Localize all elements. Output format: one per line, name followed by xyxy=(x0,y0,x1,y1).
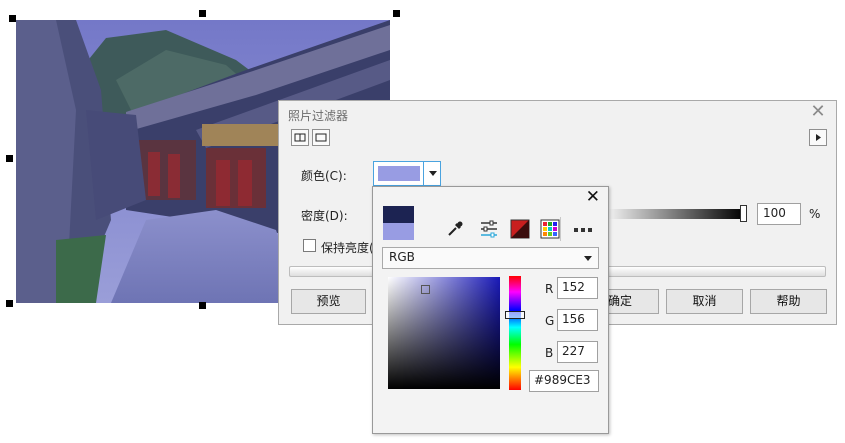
preview-button[interactable]: 预览 xyxy=(291,289,366,314)
resize-handle-bottom[interactable] xyxy=(199,302,206,309)
color-label: 颜色(C): xyxy=(301,169,347,183)
color-harmony-icon xyxy=(510,219,530,239)
close-icon[interactable]: ✕ xyxy=(586,188,600,206)
b-input[interactable]: 227 xyxy=(557,341,598,363)
density-slider-thumb[interactable] xyxy=(740,205,747,222)
combo-divider xyxy=(423,162,424,185)
hue-slider[interactable] xyxy=(509,276,521,390)
eyedropper-button[interactable] xyxy=(445,219,465,239)
dialog-title: 照片过滤器 xyxy=(288,109,349,123)
color-marker[interactable] xyxy=(421,285,430,294)
old-color-swatch xyxy=(383,223,414,240)
play-arrow-icon xyxy=(816,134,821,141)
color-model-value: RGB xyxy=(389,250,415,264)
color-model-select[interactable]: RGB xyxy=(382,247,599,269)
b-label: B xyxy=(545,346,554,360)
more-icon xyxy=(574,228,592,232)
hue-slider-thumb[interactable] xyxy=(505,311,525,319)
expand-button[interactable] xyxy=(809,129,827,146)
color-swatch xyxy=(378,166,420,181)
chevron-down-icon[interactable] xyxy=(584,256,592,261)
resize-handle-top-left[interactable] xyxy=(9,15,16,22)
palette-grid-icon xyxy=(540,219,560,239)
split-view-icon xyxy=(294,133,306,142)
density-label: 密度(D): xyxy=(301,209,348,223)
chevron-down-icon[interactable] xyxy=(429,171,437,176)
palette-button[interactable] xyxy=(540,219,560,239)
toolbar-divider xyxy=(560,217,561,241)
r-label: R xyxy=(545,282,554,296)
more-options-button[interactable] xyxy=(572,219,592,239)
g-label: G xyxy=(545,314,555,328)
close-icon[interactable]: ✕ xyxy=(809,103,827,121)
help-button[interactable]: 帮助 xyxy=(750,289,827,314)
single-view-icon xyxy=(315,133,327,142)
new-color-swatch xyxy=(383,206,414,223)
eyedropper-icon xyxy=(448,221,463,236)
resize-handle-top[interactable] xyxy=(199,10,206,17)
keep-brightness-checkbox[interactable] xyxy=(303,239,316,252)
resize-handle-bottom-left[interactable] xyxy=(6,300,13,307)
mixer-button[interactable] xyxy=(479,219,499,239)
single-view-button[interactable] xyxy=(312,129,330,146)
density-slider-track[interactable] xyxy=(609,209,744,219)
density-input[interactable]: 100 xyxy=(757,203,801,225)
r-input[interactable]: 152 xyxy=(557,277,598,299)
resize-handle-top-right[interactable] xyxy=(393,10,400,17)
saturation-value-field[interactable] xyxy=(388,277,500,389)
hex-input[interactable]: #989CE3 xyxy=(529,370,599,392)
density-unit: % xyxy=(809,207,821,221)
harmony-button[interactable] xyxy=(510,219,530,239)
g-input[interactable]: 156 xyxy=(557,309,598,331)
resize-handle-left[interactable] xyxy=(6,155,13,162)
cancel-button[interactable]: 取消 xyxy=(666,289,743,314)
color-picker-popup: ✕ RGB R 152 G 156 B 227 #989CE3 xyxy=(372,186,609,434)
color-dropdown[interactable] xyxy=(373,161,441,186)
mixer-sliders-icon xyxy=(481,220,497,238)
split-view-button[interactable] xyxy=(291,129,309,146)
keep-brightness-label: 保持亮度(L) xyxy=(321,241,373,255)
